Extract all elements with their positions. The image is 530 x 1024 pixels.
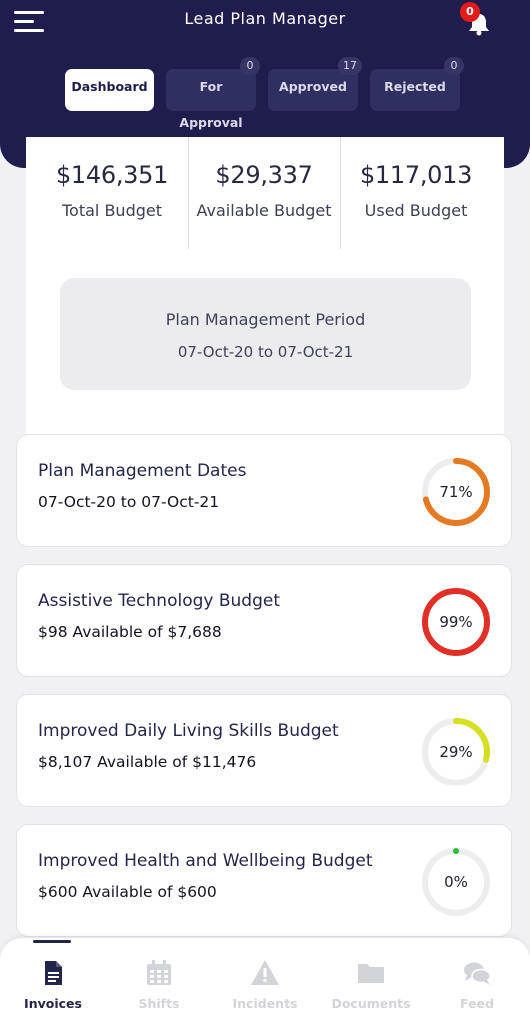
plan-management-period: Plan Management Period 07-Oct-20 to 07-O… <box>60 278 471 390</box>
notification-badge: 0 <box>460 2 480 22</box>
nav-label: Incidents <box>232 996 298 1011</box>
card-subtitle: $600 Available of $600 <box>38 883 217 901</box>
used-budget-stat: $117,013 Used Budget <box>341 137 491 249</box>
progress-percent: 99% <box>439 613 473 631</box>
tab-label: Rejected <box>384 79 446 94</box>
invoice-icon <box>45 961 62 985</box>
period-dates: 07-Oct-20 to 07-Oct-21 <box>177 343 354 361</box>
card-title: Assistive Technology Budget <box>38 591 281 611</box>
budget-card-assistive-technology[interactable]: Assistive Technology Budget $98 Availabl… <box>16 564 512 677</box>
nav-feed[interactable]: Feed <box>424 938 530 1024</box>
budget-card-plan-management-dates[interactable]: Plan Management Dates 07-Oct-20 to 07-Oc… <box>16 434 512 547</box>
period-title: Plan Management Period <box>165 310 366 329</box>
total-budget-stat: $146,351 Total Budget <box>37 137 187 249</box>
tab-label: For Approval <box>179 79 243 130</box>
used-budget-amount: $117,013 <box>359 161 473 189</box>
folder-icon <box>358 964 384 983</box>
card-subtitle: $98 Available of $7,688 <box>38 623 222 641</box>
nav-label: Shifts <box>138 996 180 1011</box>
calendar-icon <box>147 960 171 985</box>
nav-label: Documents <box>331 996 411 1011</box>
card-title: Plan Management Dates <box>38 461 247 481</box>
budget-summary-panel: $146,351 Total Budget $29,337 Available … <box>26 137 504 437</box>
progress-percent: 0% <box>444 873 468 891</box>
bottom-nav: Invoices Shifts Incidents Documents Feed <box>0 938 530 1024</box>
card-subtitle: $8,107 Available of $11,476 <box>38 753 257 771</box>
tab-count-badge: 0 <box>240 57 260 75</box>
budget-card-health-wellbeing[interactable]: Improved Health and Wellbeing Budget $60… <box>16 824 512 937</box>
nav-shifts[interactable]: Shifts <box>106 938 212 1024</box>
card-title: Improved Health and Wellbeing Budget <box>38 851 373 871</box>
progress-percent: 29% <box>439 743 473 761</box>
warning-icon <box>251 960 279 985</box>
tab-dashboard[interactable]: Dashboard <box>65 69 154 111</box>
tab-approved[interactable]: Approved 17 <box>268 57 362 111</box>
budget-card-daily-living-skills[interactable]: Improved Daily Living Skills Budget $8,1… <box>16 694 512 807</box>
tab-label: Approved <box>279 79 347 94</box>
tab-count-badge: 0 <box>444 57 464 75</box>
tab-for-approval[interactable]: For Approval 0 <box>166 57 260 130</box>
total-budget-amount: $146,351 <box>55 161 169 189</box>
total-budget-label: Total Budget <box>62 201 162 220</box>
used-budget-label: Used Budget <box>364 201 468 220</box>
card-subtitle: 07-Oct-20 to 07-Oct-21 <box>38 493 220 511</box>
nav-label: Invoices <box>24 996 82 1011</box>
chat-icon <box>464 962 491 985</box>
nav-documents[interactable]: Documents <box>318 938 424 1024</box>
nav-invoices[interactable]: Invoices <box>0 938 106 1024</box>
active-indicator <box>33 940 71 943</box>
app-title: Lead Plan Manager <box>184 9 346 28</box>
progress-percent: 71% <box>439 483 473 501</box>
available-budget-stat: $29,337 Available Budget <box>189 137 339 249</box>
nav-label: Feed <box>460 996 494 1011</box>
tab-label: Dashboard <box>71 79 148 94</box>
available-budget-amount: $29,337 <box>215 161 313 189</box>
card-title: Improved Daily Living Skills Budget <box>38 721 339 741</box>
nav-incidents[interactable]: Incidents <box>212 938 318 1024</box>
tab-rejected[interactable]: Rejected 0 <box>370 57 464 111</box>
available-budget-label: Available Budget <box>196 201 332 220</box>
tab-count-badge: 17 <box>338 57 362 75</box>
